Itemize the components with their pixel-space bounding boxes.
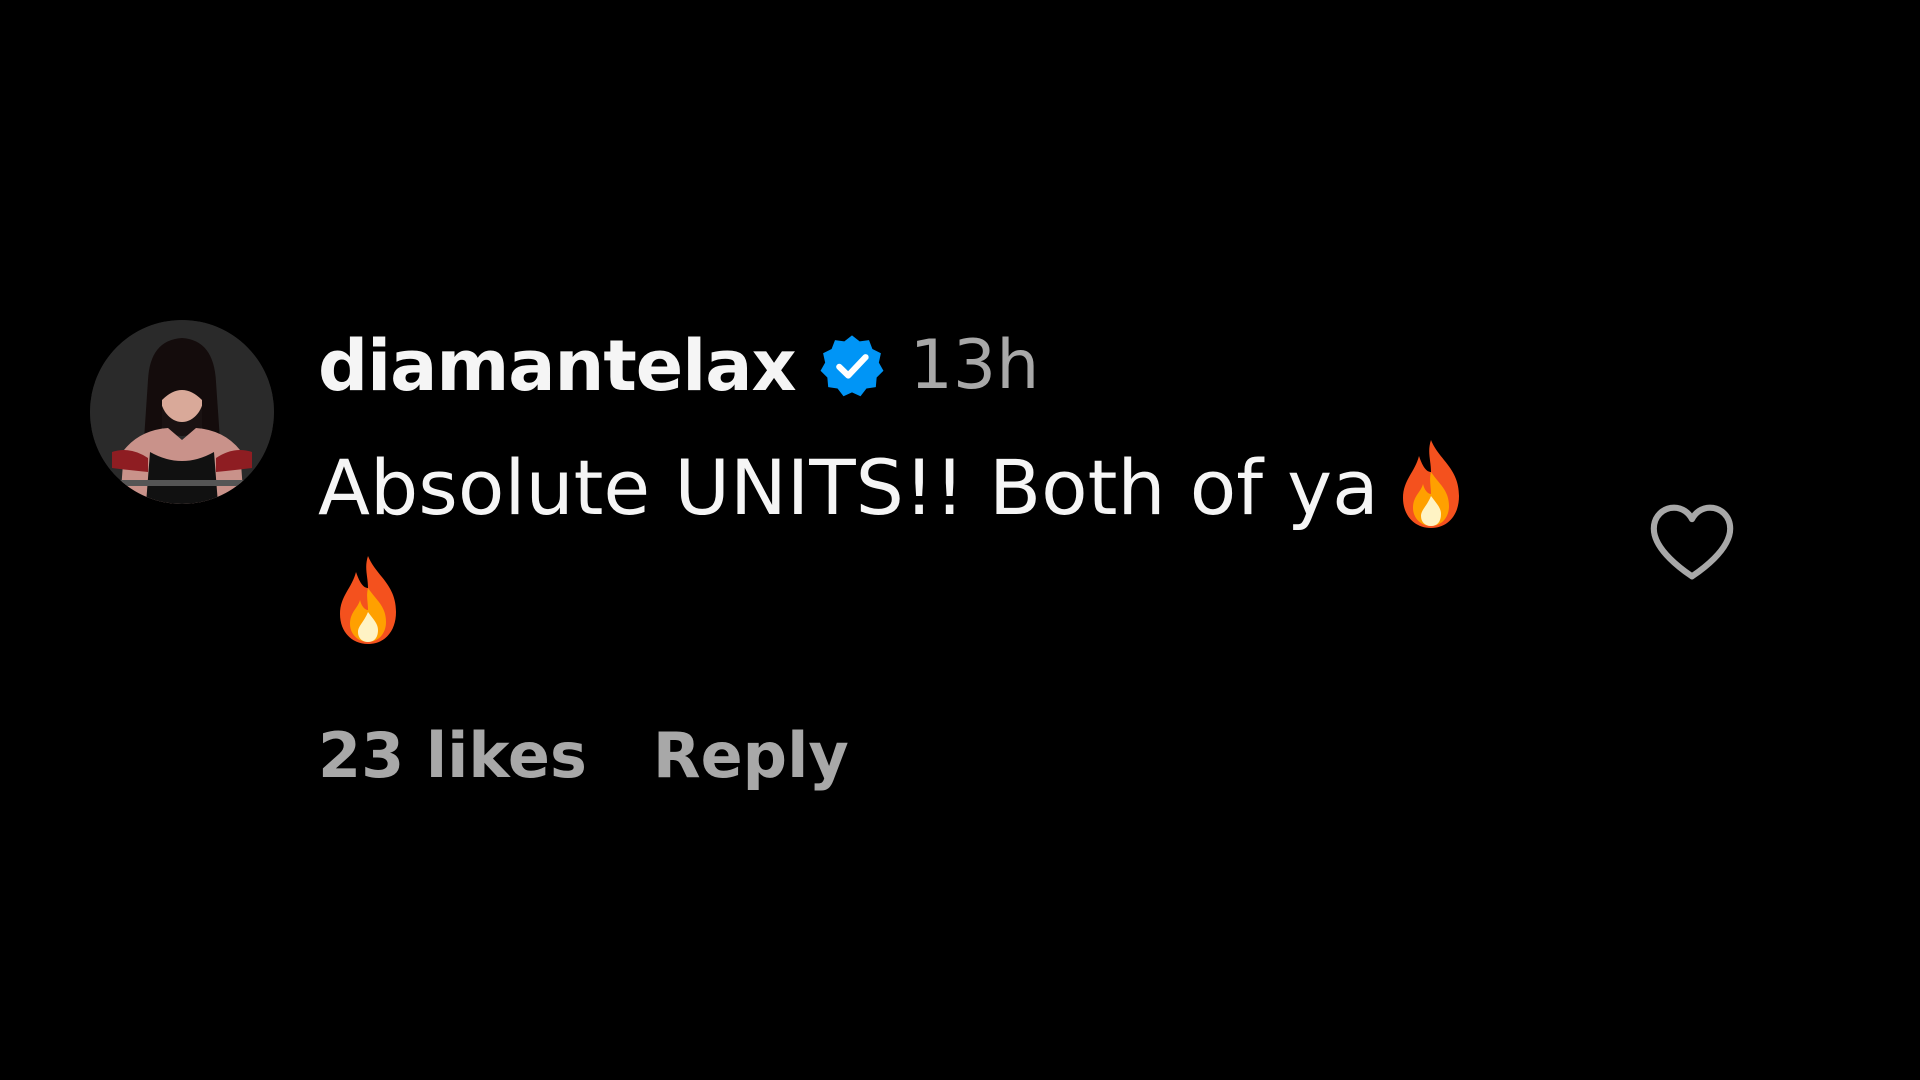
avatar[interactable] (90, 320, 274, 504)
comment-text: Absolute UNITS!! Both of ya (318, 443, 1379, 532)
verified-badge-icon (818, 332, 886, 400)
username-link[interactable]: diamantelax (318, 326, 797, 406)
reply-button[interactable]: Reply (653, 716, 849, 796)
comment-timestamp: 13h (909, 326, 1040, 405)
comment-actions: 23 likes Reply (318, 716, 849, 796)
comment-body: Absolute UNITS!! Both of ya (318, 430, 1668, 662)
comment-header: diamantelax 13h (318, 326, 1039, 406)
comment-screen: diamantelax 13h Absolute UNITS!! Both of… (0, 0, 1920, 1080)
likes-count[interactable]: 23 likes (318, 716, 587, 796)
fire-emoji-icon (1391, 436, 1471, 532)
fire-emoji-icon (328, 552, 408, 648)
heart-outline-icon[interactable] (1646, 500, 1738, 584)
comment-item: diamantelax 13h Absolute UNITS!! Both of… (90, 320, 1790, 800)
avatar-image (90, 320, 274, 504)
